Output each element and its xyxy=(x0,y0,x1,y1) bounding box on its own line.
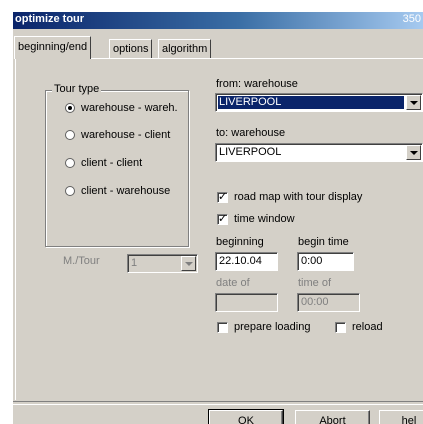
begin-time-value: 0:00 xyxy=(301,255,323,267)
tour-type-title: Tour type xyxy=(52,83,102,95)
reload-checkbox[interactable] xyxy=(335,322,346,333)
abort-button[interactable]: Abort xyxy=(295,410,370,424)
to-warehouse-value: LIVERPOOL xyxy=(219,146,282,158)
radio-label: client - client xyxy=(81,157,143,169)
from-warehouse-select[interactable]: LIVERPOOL xyxy=(215,93,423,112)
chevron-down-icon[interactable] xyxy=(181,256,196,271)
begin-time-label: begin time xyxy=(298,236,349,248)
window-title-right: 350 xyxy=(402,13,421,25)
prepare-loading-label: prepare loading xyxy=(234,321,311,333)
ok-button-label: OK xyxy=(238,415,254,424)
tab-algorithm[interactable]: algorithm xyxy=(158,39,212,58)
chevron-down-icon[interactable] xyxy=(406,95,421,110)
radio-label: warehouse - wareh. xyxy=(81,102,178,114)
radio-icon xyxy=(65,186,75,196)
m-tour-value: 1 xyxy=(131,257,138,269)
to-warehouse-select[interactable]: LIVERPOOL xyxy=(215,143,423,162)
tab-options[interactable]: options xyxy=(109,39,153,58)
time-of-label: time of xyxy=(298,277,332,289)
radio-icon xyxy=(65,130,75,140)
separator xyxy=(13,401,423,405)
radio-label: client - warehouse xyxy=(81,185,171,197)
to-warehouse-label: to: warehouse xyxy=(216,127,286,139)
beginning-label: beginning xyxy=(216,236,264,248)
beginning-date-value: 22.10.04 xyxy=(219,255,262,267)
help-button-label: hel xyxy=(401,415,417,424)
tab-label: algorithm xyxy=(162,43,208,55)
time-of-field[interactable]: 00:00 xyxy=(297,293,360,312)
from-warehouse-value: LIVERPOOL xyxy=(218,96,404,109)
ok-button[interactable]: OK xyxy=(208,409,284,424)
tab-label: options xyxy=(113,43,149,55)
time-window-label: time window xyxy=(234,213,295,225)
from-warehouse-label: from: warehouse xyxy=(216,78,298,90)
reload-label: reload xyxy=(352,321,383,333)
road-map-checkbox[interactable] xyxy=(217,190,228,203)
radio-selected-icon xyxy=(65,103,75,113)
m-tour-select[interactable]: 1 xyxy=(127,254,198,273)
m-tour-label: M./Tour xyxy=(63,255,100,267)
tab-beginning-end[interactable]: beginning/end xyxy=(14,36,92,59)
radio-label: warehouse - client xyxy=(81,129,171,141)
time-window-checkbox[interactable] xyxy=(217,212,228,225)
road-map-label: road map with tour display xyxy=(234,191,363,203)
radio-icon xyxy=(65,158,75,168)
help-button[interactable]: hel xyxy=(379,410,423,424)
time-of-value: 00:00 xyxy=(301,296,329,308)
optimize-tour-dialog: optimize tour 350 beginning/end options … xyxy=(13,12,423,424)
date-of-label: date of xyxy=(216,277,250,289)
title-bar[interactable]: optimize tour 350 xyxy=(13,12,423,29)
abort-button-label: Abort xyxy=(319,415,346,424)
prepare-loading-checkbox[interactable] xyxy=(217,322,228,333)
beginning-date-field[interactable]: 22.10.04 xyxy=(215,252,278,271)
chevron-down-icon[interactable] xyxy=(406,145,421,160)
begin-time-field[interactable]: 0:00 xyxy=(297,252,354,271)
window-title: optimize tour xyxy=(15,13,85,25)
date-of-field[interactable] xyxy=(215,293,278,312)
tab-label: beginning/end xyxy=(18,41,88,53)
